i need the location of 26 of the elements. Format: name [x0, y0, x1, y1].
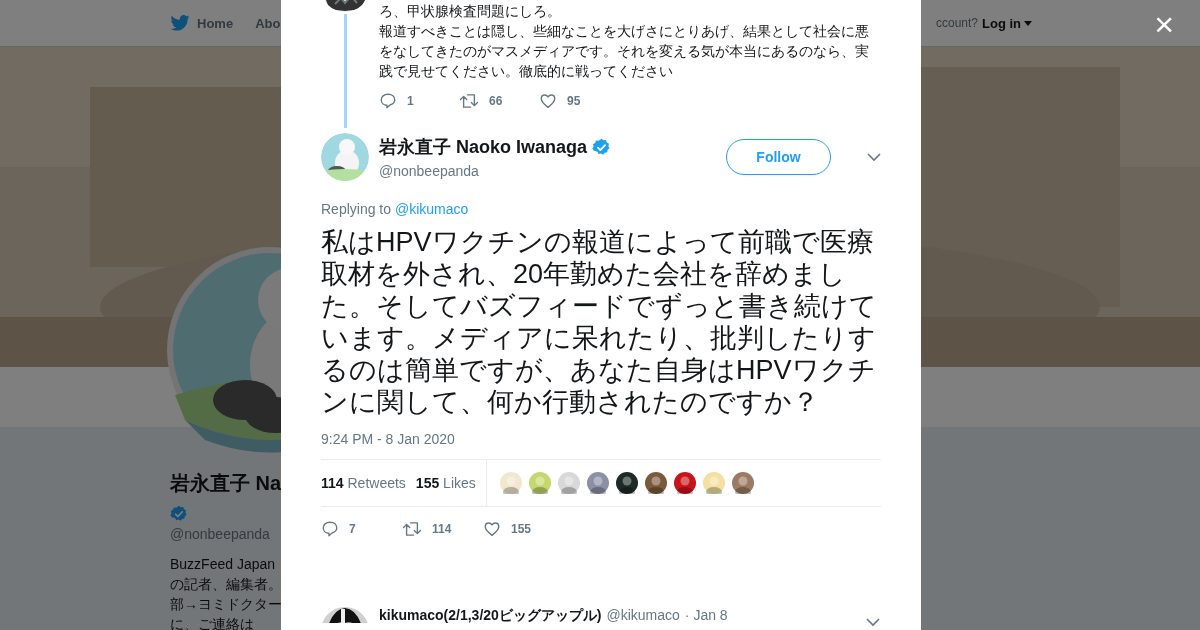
- profile-bio-line: BuzzFeed Japan: [170, 555, 277, 574]
- tweet-text: ろ、甲状腺検査問題にしろ。: [379, 2, 562, 21]
- bird-icon: [170, 15, 190, 31]
- retweet-count: 114: [432, 522, 452, 536]
- profile-name: 岩永直子 Na: [170, 471, 281, 496]
- profile-bio-line: の記者、編集者。: [170, 575, 281, 594]
- tweet-date: · Jan 8: [684, 607, 728, 623]
- tweet-timestamp: 9:24 PM - 8 Jan 2020: [321, 431, 456, 447]
- profile-bio-line: 部→ヨミドクター: [170, 595, 281, 614]
- author-handle: @kikumaco: [606, 607, 680, 623]
- heart-icon[interactable]: [483, 520, 501, 538]
- close-button[interactable]: ×: [1150, 8, 1178, 40]
- home-link[interactable]: Home: [170, 15, 234, 31]
- login-link[interactable]: Log in: [982, 15, 1032, 31]
- chevron-down-icon[interactable]: [866, 618, 880, 627]
- reply-count: 7: [349, 522, 356, 536]
- likes-stat[interactable]: 155 Likes: [415, 475, 476, 491]
- author-name: kikumaco(2/1,3/20ビッグアップル): [379, 607, 602, 623]
- reply-icon[interactable]: [321, 520, 339, 538]
- retweets-stat[interactable]: 114 Retweets: [321, 475, 406, 491]
- caret-icon: [1024, 20, 1032, 26]
- profile-handle: @nonbeepanda: [170, 526, 271, 542]
- account-prompt: ccount?: [935, 16, 978, 30]
- about-link[interactable]: Abo: [255, 15, 281, 31]
- retweet-icon[interactable]: [402, 520, 422, 538]
- like-count: 155: [511, 522, 532, 536]
